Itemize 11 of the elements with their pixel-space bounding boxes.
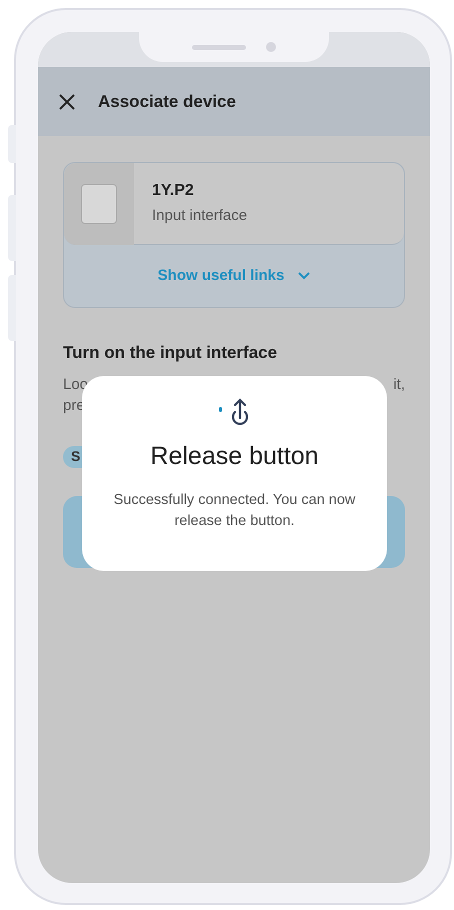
- dialog-message: Successfully connected. You can now release the button.: [112, 490, 356, 530]
- device-model: 1Y.P2: [152, 181, 195, 202]
- speaker-grille: [192, 44, 246, 50]
- show-links-toggle[interactable]: Show useful links: [64, 245, 404, 307]
- finger-release-icon: [230, 398, 250, 426]
- section-title: Turn on the input interface: [63, 342, 278, 364]
- screen-title: Associate device: [98, 90, 236, 113]
- instruction-text: it,: [393, 374, 405, 394]
- device-type: Input interface: [152, 206, 248, 226]
- close-icon[interactable]: [58, 92, 76, 110]
- dialog-title: Release button: [150, 441, 319, 472]
